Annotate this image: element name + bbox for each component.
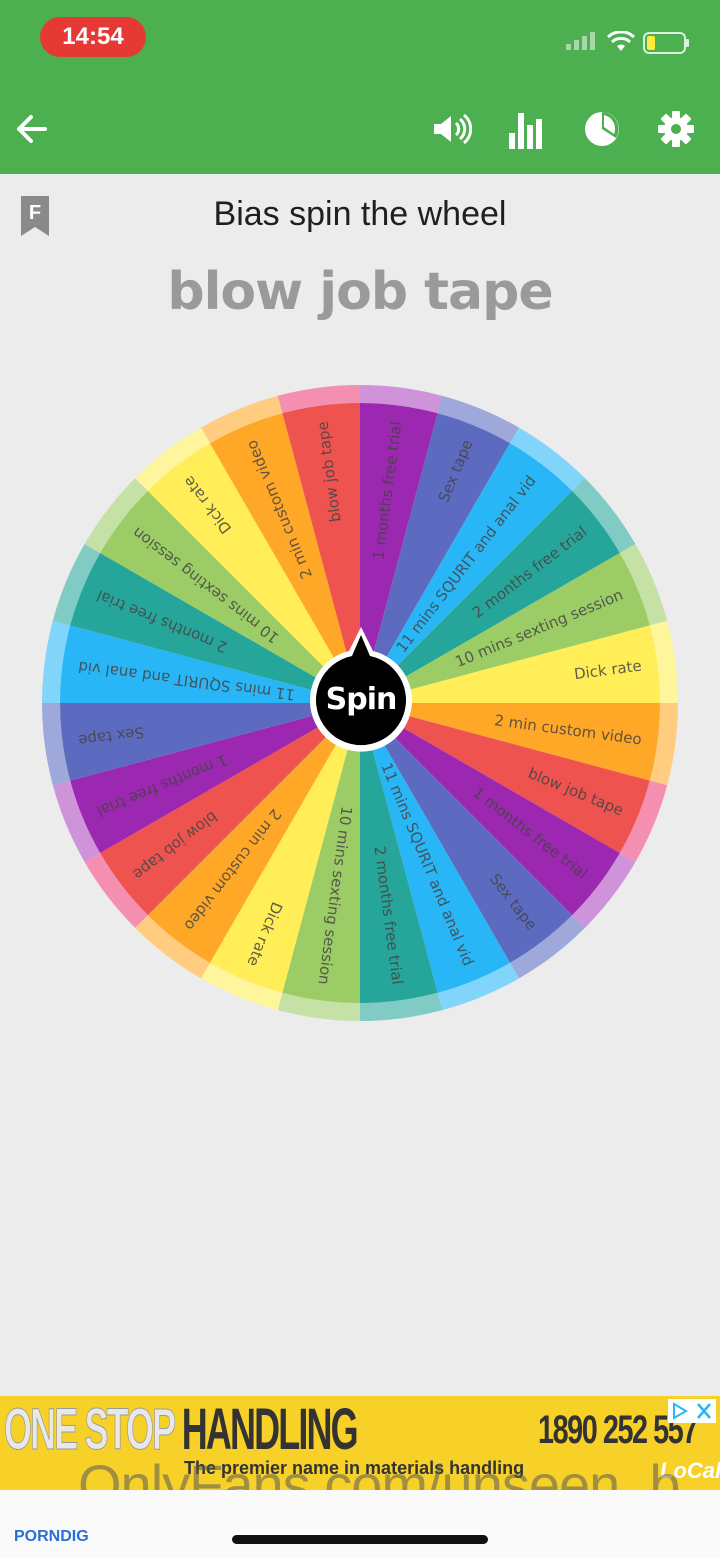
volume-icon[interactable] bbox=[432, 109, 472, 149]
wifi-icon bbox=[607, 31, 635, 51]
ad-logo: LoCall bbox=[660, 1458, 720, 1483]
spin-button[interactable] bbox=[309, 627, 413, 755]
ad-headline: ONE STOP HANDLING bbox=[4, 1397, 359, 1462]
bottom-bar bbox=[0, 1490, 720, 1558]
battery-icon bbox=[643, 32, 689, 54]
bar-chart-icon[interactable] bbox=[506, 109, 546, 149]
home-indicator[interactable] bbox=[232, 1535, 488, 1544]
ad-headline-part2: HANDLING bbox=[181, 1397, 359, 1462]
ad-banner[interactable]: ONE STOP HANDLING 1890 252 557 The premi… bbox=[0, 1396, 720, 1490]
status-time: 14:54 bbox=[40, 17, 146, 57]
page-title: Bias spin the wheel bbox=[213, 195, 507, 233]
gear-icon[interactable] bbox=[656, 109, 696, 149]
footer-logo: PORNDIG bbox=[14, 1528, 89, 1545]
status-bar: 14:54 bbox=[0, 0, 720, 80]
ad-subtitle: The premier name in materials handling bbox=[184, 1458, 525, 1478]
result-label: blow job tape bbox=[167, 262, 553, 322]
back-arrow-icon[interactable] bbox=[12, 109, 52, 149]
ad-headline-part1: ONE STOP bbox=[4, 1397, 176, 1462]
pie-chart-icon[interactable] bbox=[582, 109, 622, 149]
ad-choices-icon[interactable] bbox=[668, 1399, 716, 1423]
cellular-signal-icon bbox=[566, 32, 595, 50]
